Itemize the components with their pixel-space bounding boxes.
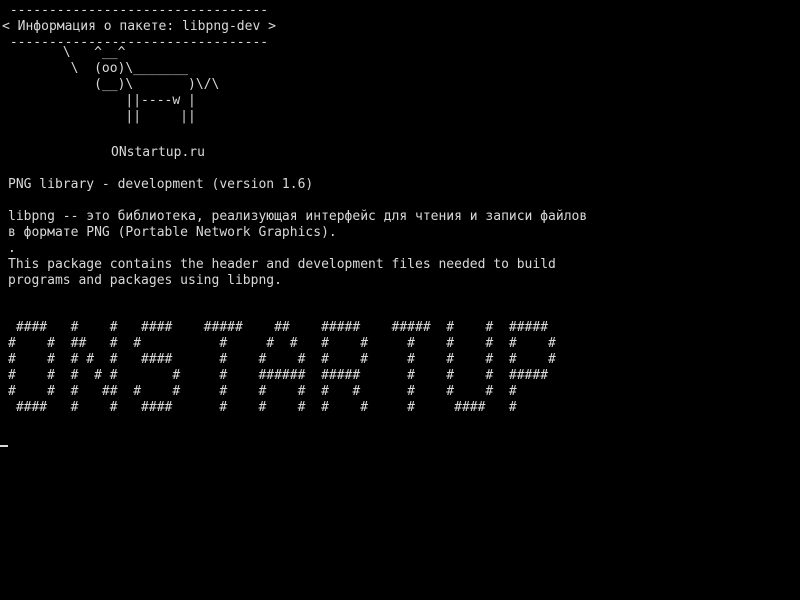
- ascii-banner: #### # # #### ##### ## ##### ##### # # #…: [8, 320, 556, 416]
- package-description: PNG library - development (version 1.6) l…: [8, 177, 587, 289]
- desc-line: This package contains the header and dev…: [8, 257, 556, 272]
- desc-line: PNG library - development (version 1.6): [8, 177, 314, 192]
- header-border-top: ---------------------------------: [2, 3, 269, 18]
- desc-line: .: [8, 241, 16, 256]
- desc-line: programs and packages using libpng.: [8, 273, 282, 288]
- site-name: ONstartup.ru: [111, 145, 205, 160]
- banner-line: #### # # #### # # # # # # #### #: [8, 400, 517, 415]
- desc-line: libpng -- это библиотека, реализующая ин…: [8, 209, 588, 224]
- banner-line: # # # # # #### # # # # # # # # # #: [8, 352, 556, 367]
- cowsay-ascii-art: \ ^__^ \ (oo)\_______ (__)\ )\/\ ||----w…: [8, 45, 220, 125]
- site-label: ONstartup.ru: [111, 145, 205, 161]
- banner-line: # # # # # # # ###### ##### # # # #####: [8, 368, 549, 383]
- cow-line: \ (oo)\_______: [8, 61, 189, 76]
- banner-line: # # # ## # # # # # # # # # # #: [8, 384, 517, 399]
- banner-line: #### # # #### ##### ## ##### ##### # # #…: [8, 320, 549, 335]
- cow-line: \ ^__^: [8, 45, 126, 60]
- cow-line: || ||: [8, 109, 196, 124]
- package-info-header: --------------------------------- < Инфор…: [2, 3, 276, 51]
- text-cursor: [0, 445, 8, 447]
- header-title: < Информация о пакете: libpng-dev >: [2, 19, 276, 34]
- desc-line: [8, 193, 587, 209]
- desc-line: в формате PNG (Portable Network Graphics…: [8, 225, 337, 240]
- cow-line: (__)\ )\/\: [8, 77, 220, 92]
- terminal-screen[interactable]: --------------------------------- < Инфор…: [0, 0, 800, 600]
- banner-line: # # ## # # # # # # # # # # # #: [8, 336, 556, 351]
- cow-line: ||----w |: [8, 93, 196, 108]
